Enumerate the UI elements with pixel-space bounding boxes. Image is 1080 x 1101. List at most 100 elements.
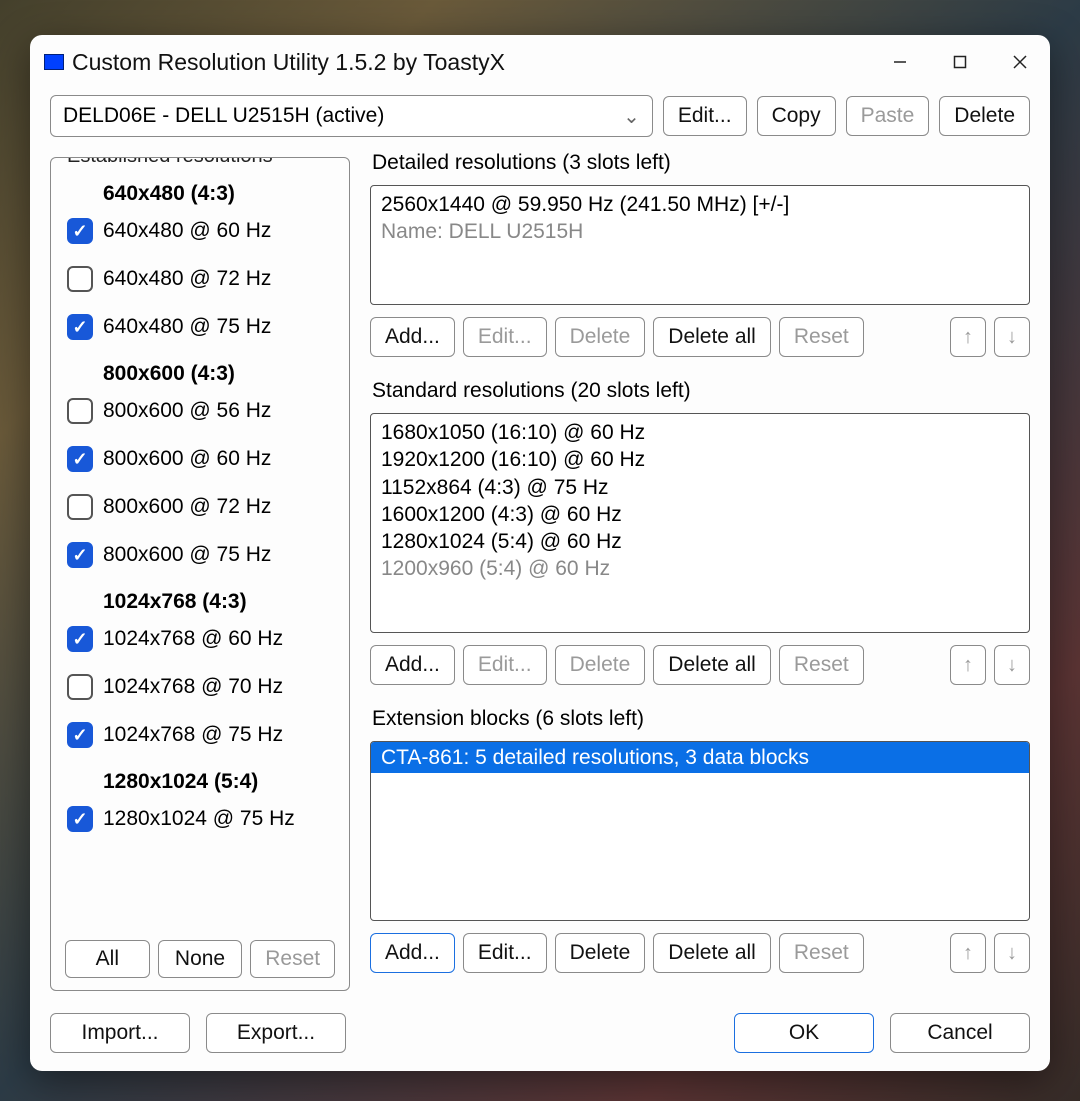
checkbox[interactable]	[67, 806, 93, 832]
std-up-button[interactable]: ↑	[950, 645, 986, 685]
standard-title: Standard resolutions (20 slots left)	[372, 379, 1030, 403]
est-item[interactable]: 800x600 @ 60 Hz	[67, 446, 337, 472]
ext-list[interactable]: CTA-861: 5 detailed resolutions, 3 data …	[370, 741, 1030, 921]
list-item[interactable]: 1600x1200 (4:3) @ 60 Hz	[381, 501, 1019, 528]
list-item[interactable]: 1200x960 (5:4) @ 60 Hz	[381, 555, 1019, 582]
checkbox[interactable]	[67, 494, 93, 520]
list-item[interactable]: CTA-861: 5 detailed resolutions, 3 data …	[371, 742, 1029, 773]
est-item-label: 1024x768 @ 75 Hz	[103, 723, 283, 747]
detailed-title: Detailed resolutions (3 slots left)	[372, 151, 1030, 175]
ext-up-button[interactable]: ↑	[950, 933, 986, 973]
est-reset-button[interactable]: Reset	[250, 940, 335, 978]
est-item-label: 1280x1024 @ 75 Hz	[103, 807, 295, 831]
close-button[interactable]	[990, 35, 1050, 89]
est-item[interactable]: 1024x768 @ 75 Hz	[67, 722, 337, 748]
est-none-button[interactable]: None	[158, 940, 243, 978]
est-item[interactable]: 640x480 @ 60 Hz	[67, 218, 337, 244]
est-item[interactable]: 640x480 @ 72 Hz	[67, 266, 337, 292]
established-group: Established resolutions 640x480 (4:3)640…	[50, 157, 350, 991]
checkbox[interactable]	[67, 446, 93, 472]
est-item-label: 640x480 @ 60 Hz	[103, 219, 271, 243]
est-item-label: 800x600 @ 60 Hz	[103, 447, 271, 471]
left-column: Established resolutions 640x480 (4:3)640…	[50, 147, 350, 991]
est-item[interactable]: 1024x768 @ 60 Hz	[67, 626, 337, 652]
est-group-header: 640x480 (4:3)	[103, 182, 337, 206]
ext-title: Extension blocks (6 slots left)	[372, 707, 1030, 731]
ext-down-button[interactable]: ↓	[994, 933, 1030, 973]
checkbox[interactable]	[67, 674, 93, 700]
list-item[interactable]: 2560x1440 @ 59.950 Hz (241.50 MHz) [+/-]	[381, 191, 1019, 218]
ext-buttons: Add... Edit... Delete Delete all Reset ↑…	[370, 933, 1030, 973]
standard-buttons: Add... Edit... Delete Delete all Reset ↑…	[370, 645, 1030, 685]
list-item[interactable]: Name: DELL U2515H	[381, 218, 1019, 245]
det-up-button[interactable]: ↑	[950, 317, 986, 357]
export-button[interactable]: Export...	[206, 1013, 346, 1053]
checkbox[interactable]	[67, 398, 93, 424]
monitor-select-value: DELD06E - DELL U2515H (active)	[63, 104, 623, 128]
det-edit-button[interactable]: Edit...	[463, 317, 547, 357]
app-icon	[44, 54, 64, 70]
monitor-toolbar: DELD06E - DELL U2515H (active) ⌄ Edit...…	[30, 89, 1050, 147]
ok-button[interactable]: OK	[734, 1013, 874, 1053]
est-item-label: 800x600 @ 75 Hz	[103, 543, 271, 567]
det-down-button[interactable]: ↓	[994, 317, 1030, 357]
checkbox[interactable]	[67, 314, 93, 340]
std-down-button[interactable]: ↓	[994, 645, 1030, 685]
est-item[interactable]: 1024x768 @ 70 Hz	[67, 674, 337, 700]
ext-reset-button[interactable]: Reset	[779, 933, 864, 973]
ext-add-button[interactable]: Add...	[370, 933, 455, 973]
content: Established resolutions 640x480 (4:3)640…	[30, 147, 1050, 999]
minimize-button[interactable]	[870, 35, 930, 89]
est-all-button[interactable]: All	[65, 940, 150, 978]
checkbox[interactable]	[67, 266, 93, 292]
detailed-buttons: Add... Edit... Delete Delete all Reset ↑…	[370, 317, 1030, 357]
window-title: Custom Resolution Utility 1.5.2 by Toast…	[72, 49, 870, 76]
list-item[interactable]: 1920x1200 (16:10) @ 60 Hz	[381, 446, 1019, 473]
est-group-header: 1024x768 (4:3)	[103, 590, 337, 614]
import-button[interactable]: Import...	[50, 1013, 190, 1053]
ext-delall-button[interactable]: Delete all	[653, 933, 771, 973]
cancel-button[interactable]: Cancel	[890, 1013, 1030, 1053]
est-item[interactable]: 800x600 @ 75 Hz	[67, 542, 337, 568]
standard-list[interactable]: 1680x1050 (16:10) @ 60 Hz1920x1200 (16:1…	[370, 413, 1030, 633]
det-delall-button[interactable]: Delete all	[653, 317, 771, 357]
est-item-label: 800x600 @ 56 Hz	[103, 399, 271, 423]
list-item[interactable]: 1152x864 (4:3) @ 75 Hz	[381, 474, 1019, 501]
det-add-button[interactable]: Add...	[370, 317, 455, 357]
ext-delete-button[interactable]: Delete	[555, 933, 646, 973]
est-item-label: 1024x768 @ 60 Hz	[103, 627, 283, 651]
title-bar: Custom Resolution Utility 1.5.2 by Toast…	[30, 35, 1050, 89]
est-item-label: 1024x768 @ 70 Hz	[103, 675, 283, 699]
checkbox[interactable]	[67, 626, 93, 652]
right-column: Detailed resolutions (3 slots left) 2560…	[370, 147, 1030, 991]
app-window: Custom Resolution Utility 1.5.2 by Toast…	[30, 35, 1050, 1071]
est-item[interactable]: 800x600 @ 72 Hz	[67, 494, 337, 520]
det-delete-button[interactable]: Delete	[555, 317, 646, 357]
monitor-select[interactable]: DELD06E - DELL U2515H (active) ⌄	[50, 95, 653, 137]
est-item-label: 640x480 @ 72 Hz	[103, 267, 271, 291]
list-item[interactable]: 1680x1050 (16:10) @ 60 Hz	[381, 419, 1019, 446]
list-item[interactable]: 1280x1024 (5:4) @ 60 Hz	[381, 528, 1019, 555]
est-item[interactable]: 800x600 @ 56 Hz	[67, 398, 337, 424]
est-item-label: 640x480 @ 75 Hz	[103, 315, 271, 339]
est-item[interactable]: 640x480 @ 75 Hz	[67, 314, 337, 340]
std-add-button[interactable]: Add...	[370, 645, 455, 685]
checkbox[interactable]	[67, 722, 93, 748]
checkbox[interactable]	[67, 218, 93, 244]
est-item[interactable]: 1280x1024 @ 75 Hz	[67, 806, 337, 832]
std-edit-button[interactable]: Edit...	[463, 645, 547, 685]
maximize-button[interactable]	[930, 35, 990, 89]
det-reset-button[interactable]: Reset	[779, 317, 864, 357]
std-reset-button[interactable]: Reset	[779, 645, 864, 685]
ext-edit-button[interactable]: Edit...	[463, 933, 547, 973]
std-delall-button[interactable]: Delete all	[653, 645, 771, 685]
est-group-header: 1280x1024 (5:4)	[103, 770, 337, 794]
paste-button[interactable]: Paste	[846, 96, 930, 136]
copy-button[interactable]: Copy	[757, 96, 836, 136]
detailed-list[interactable]: 2560x1440 @ 59.950 Hz (241.50 MHz) [+/-]…	[370, 185, 1030, 305]
checkbox[interactable]	[67, 542, 93, 568]
est-item-label: 800x600 @ 72 Hz	[103, 495, 271, 519]
std-delete-button[interactable]: Delete	[555, 645, 646, 685]
delete-button[interactable]: Delete	[939, 96, 1030, 136]
edit-button[interactable]: Edit...	[663, 96, 747, 136]
